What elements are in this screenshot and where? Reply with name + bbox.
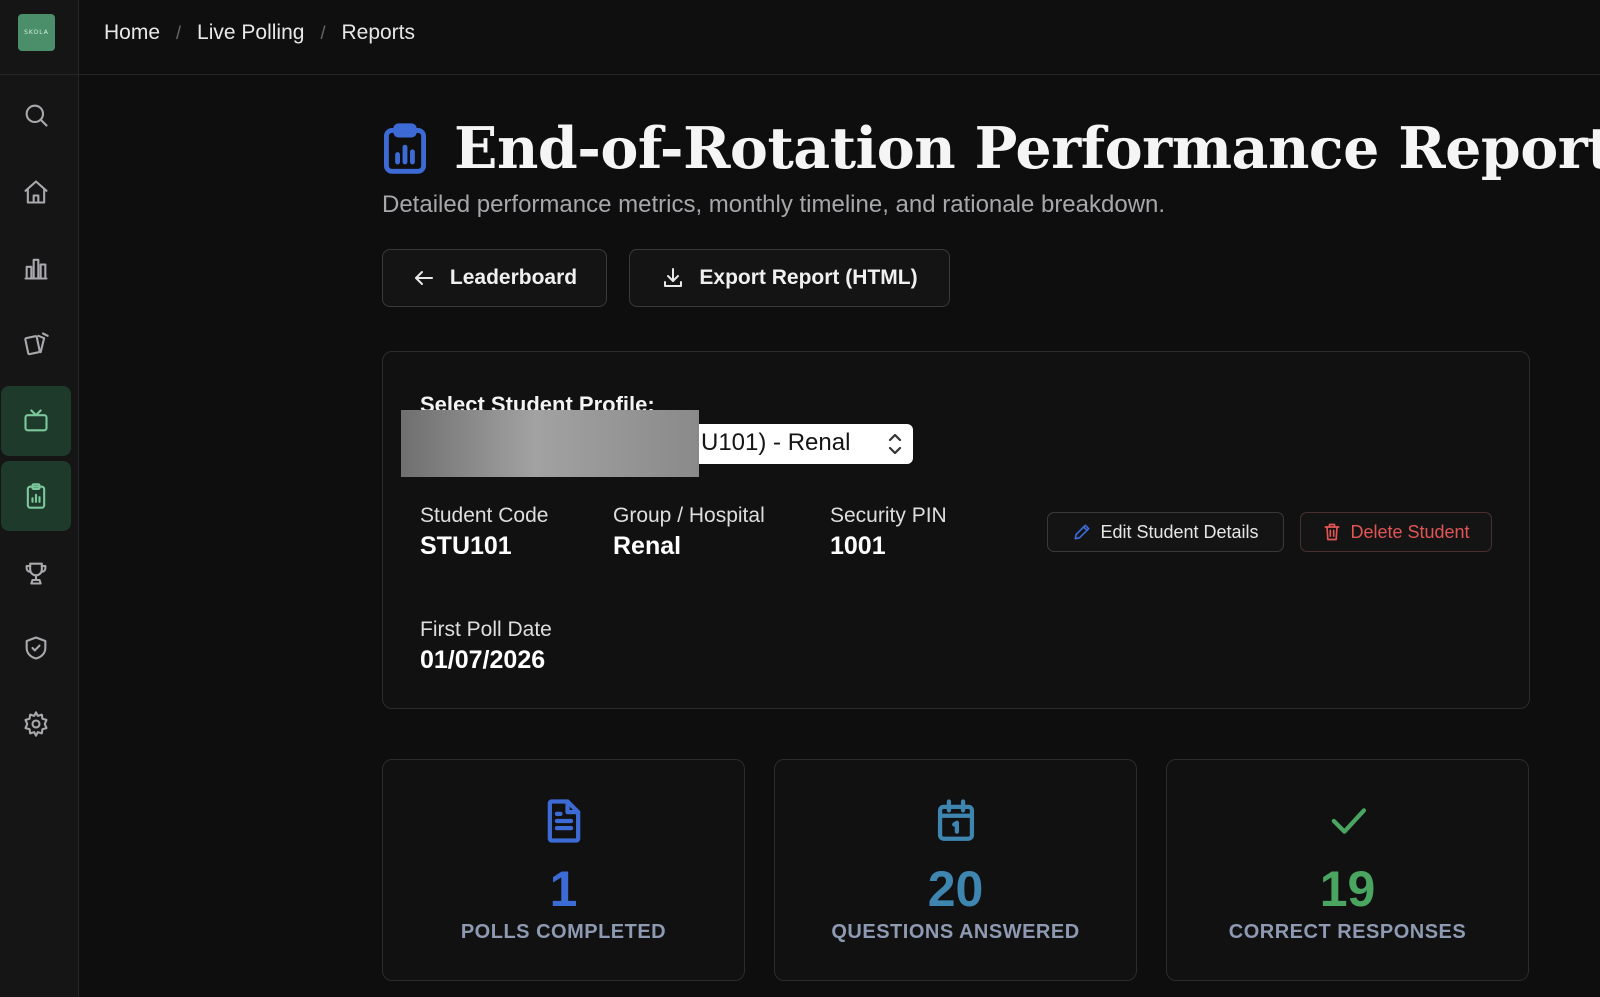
clipboard-report-icon xyxy=(382,122,428,175)
breadcrumb-reports: Reports xyxy=(341,21,415,44)
bar-chart-icon xyxy=(24,258,48,280)
stat-card-polls-completed: 1 POLLS COMPLETED xyxy=(382,759,745,981)
select-arrows-icon xyxy=(887,431,903,457)
first-poll-date-label: First Poll Date xyxy=(420,618,552,641)
page-title: End-of-Rotation Performance Report xyxy=(454,115,1600,182)
trophy-icon xyxy=(25,562,47,585)
nav-home[interactable] xyxy=(1,157,71,227)
redacted-overlay xyxy=(401,410,699,477)
arrow-left-icon xyxy=(414,271,433,285)
stat-label: POLLS COMPLETED xyxy=(460,921,667,943)
security-pin-label: Security PIN xyxy=(830,504,947,527)
edit-student-button[interactable]: Edit Student Details xyxy=(1047,512,1284,552)
search-icon xyxy=(25,104,48,127)
download-icon xyxy=(664,268,683,287)
breadcrumb-home[interactable]: Home xyxy=(104,21,160,45)
stat-card-questions-answered: 20 QUESTIONS ANSWERED xyxy=(774,759,1137,981)
document-icon xyxy=(542,798,586,844)
check-icon xyxy=(1326,798,1370,844)
breadcrumb-separator: / xyxy=(320,22,326,43)
nav-search[interactable] xyxy=(1,80,71,150)
nav-leaderboard[interactable] xyxy=(1,538,71,608)
student-profile-selected-value: U101) - Renal xyxy=(701,429,851,456)
export-report-button[interactable]: Export Report (HTML) xyxy=(629,249,950,307)
cards-icon xyxy=(24,332,49,356)
gear-icon xyxy=(24,711,48,737)
tv-icon xyxy=(24,409,48,432)
app-logo[interactable]: SKOLA xyxy=(18,14,55,51)
top-bar: Home / Live Polling / Reports xyxy=(79,0,1600,75)
student-profile-card: Select Student Profile: U101) - Renal St… xyxy=(382,351,1530,709)
security-pin-field: Security PIN 1001 xyxy=(830,504,947,561)
logo-text: SKOLA xyxy=(24,29,49,36)
home-icon xyxy=(24,180,48,204)
leaderboard-button[interactable]: Leaderboard xyxy=(382,249,607,307)
stat-label: QUESTIONS ANSWERED xyxy=(831,921,1080,943)
group-label: Group / Hospital xyxy=(613,504,765,527)
title-row: End-of-Rotation Performance Report xyxy=(382,115,1600,182)
group-field: Group / Hospital Renal xyxy=(613,504,765,561)
delete-student-button[interactable]: Delete Student xyxy=(1300,512,1492,552)
edit-student-label: Edit Student Details xyxy=(1100,521,1259,542)
nav-live-polling[interactable] xyxy=(1,386,71,456)
breadcrumb-live-polling[interactable]: Live Polling xyxy=(197,21,304,45)
pencil-icon xyxy=(1074,524,1090,540)
sidebar-divider xyxy=(0,74,79,75)
stat-label: CORRECT RESPONSES xyxy=(1228,921,1467,943)
student-code-label: Student Code xyxy=(420,504,549,527)
nav-security[interactable] xyxy=(1,613,71,683)
group-value: Renal xyxy=(613,532,682,560)
stat-value: 1 xyxy=(549,861,578,917)
sidebar: SKOLA xyxy=(0,0,79,997)
stat-value: 19 xyxy=(1319,861,1376,917)
security-pin-value: 1001 xyxy=(830,532,886,560)
first-poll-date-field: First Poll Date 01/07/2026 xyxy=(420,618,552,675)
delete-student-label: Delete Student xyxy=(1350,521,1470,542)
nav-reports[interactable] xyxy=(1,461,71,531)
calendar-icon xyxy=(934,798,978,844)
page-subtitle: Detailed performance metrics, monthly ti… xyxy=(382,191,1166,218)
nav-analytics[interactable] xyxy=(1,233,71,303)
nav-flashcards[interactable] xyxy=(1,309,71,379)
nav-settings[interactable] xyxy=(1,689,71,759)
student-code-field: Student Code STU101 xyxy=(420,504,548,561)
clipboard-report-icon xyxy=(26,483,46,509)
stat-card-correct-responses: 19 CORRECT RESPONSES xyxy=(1166,759,1529,981)
export-button-label: Export Report (HTML) xyxy=(699,266,918,289)
breadcrumb: Home / Live Polling / Reports xyxy=(104,21,415,45)
stat-value: 20 xyxy=(927,861,984,917)
first-poll-date-value: 01/07/2026 xyxy=(420,646,546,674)
trash-icon xyxy=(1324,523,1340,541)
leaderboard-button-label: Leaderboard xyxy=(449,266,578,289)
shield-check-icon xyxy=(25,636,47,660)
breadcrumb-separator: / xyxy=(176,22,182,43)
student-code-value: STU101 xyxy=(420,532,512,560)
